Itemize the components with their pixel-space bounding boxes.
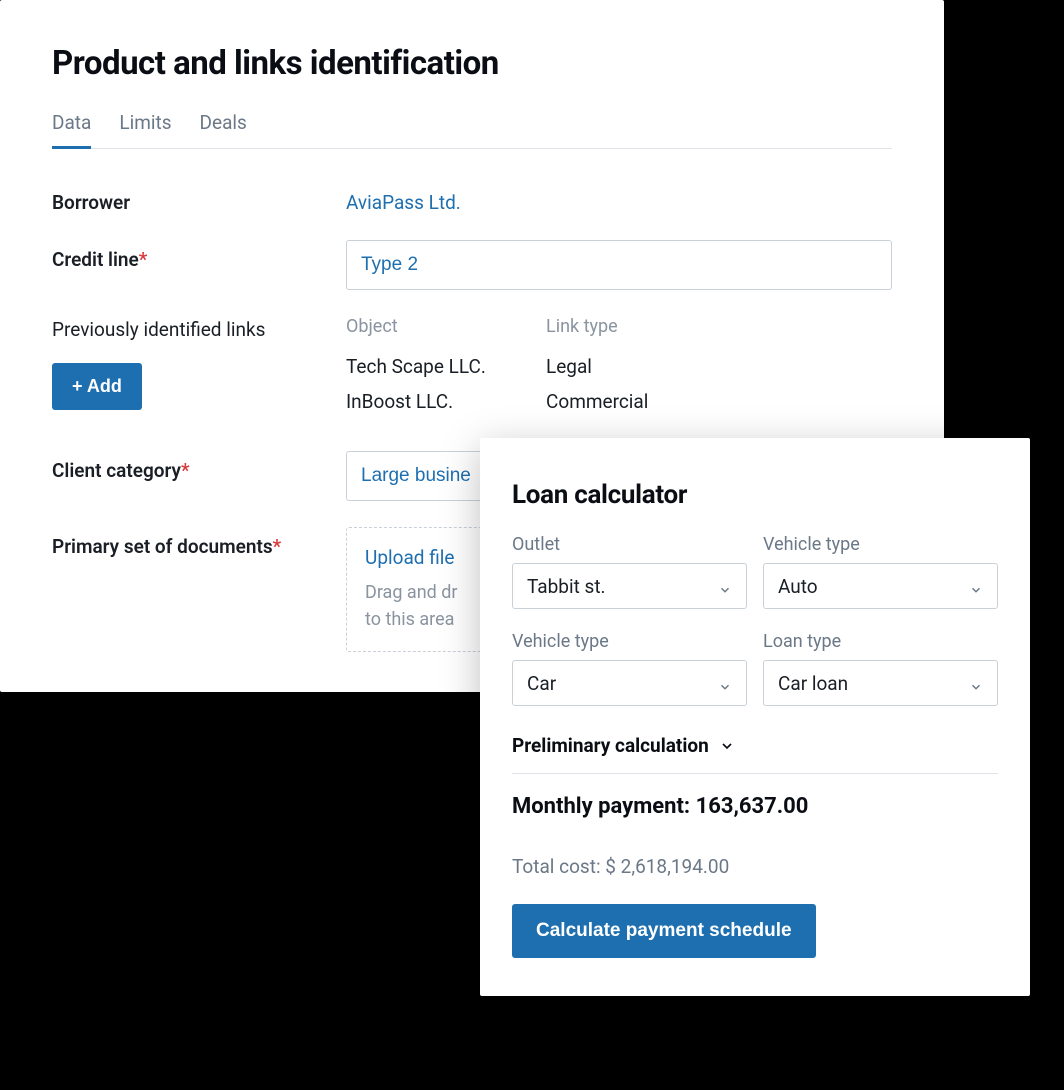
links-cell-object: Tech Scape LLC. xyxy=(346,355,546,378)
page-title: Product and links identification xyxy=(52,44,892,83)
credit-line-input[interactable] xyxy=(346,240,892,290)
links-header-type: Link type xyxy=(546,316,892,337)
links-table: Object Link type Tech Scape LLC. Legal I… xyxy=(346,316,892,425)
previous-links-label: Previously identified links xyxy=(52,316,346,345)
borrower-label: Borrower xyxy=(52,183,346,214)
chevron-down-icon xyxy=(718,579,732,593)
tab-limits[interactable]: Limits xyxy=(119,111,171,149)
loan-type-select[interactable]: Car loan xyxy=(763,660,998,706)
links-cell-type: Legal xyxy=(546,355,892,378)
calculate-schedule-button[interactable]: Calculate payment schedule xyxy=(512,904,816,958)
loan-calculator-card: Loan calculator Outlet Tabbit st. Vehicl… xyxy=(480,438,1030,996)
outlet-select[interactable]: Tabbit st. xyxy=(512,563,747,609)
loan-type-field: Loan type Car loan xyxy=(763,631,998,706)
calculator-grid: Outlet Tabbit st. Vehicle type Auto Vehi… xyxy=(512,534,998,706)
vehicle-type-1-field: Vehicle type Auto xyxy=(763,534,998,609)
table-row: Tech Scape LLC. Legal xyxy=(346,355,892,378)
outlet-label: Outlet xyxy=(512,534,747,555)
vehicle-type-2-label: Vehicle type xyxy=(512,631,747,652)
calculator-title: Loan calculator xyxy=(512,480,998,510)
upload-dropzone[interactable]: Upload file Drag and dr to this area xyxy=(346,527,486,652)
loan-type-label: Loan type xyxy=(763,631,998,652)
documents-label: Primary set of documents* xyxy=(52,527,346,558)
chevron-down-icon xyxy=(718,676,732,690)
vehicle-type-1-select[interactable]: Auto xyxy=(763,563,998,609)
previous-links-row: Previously identified links + Add Object… xyxy=(52,316,892,425)
preliminary-calc-toggle[interactable]: Preliminary calculation xyxy=(512,734,998,774)
vehicle-type-1-label: Vehicle type xyxy=(763,534,998,555)
links-cell-object: InBoost LLC. xyxy=(346,390,546,413)
vehicle-type-2-field: Vehicle type Car xyxy=(512,631,747,706)
client-category-label: Client category* xyxy=(52,451,346,482)
credit-line-label: Credit line* xyxy=(52,240,346,271)
borrower-link[interactable]: AviaPass Ltd. xyxy=(346,183,892,214)
preliminary-calc-label: Preliminary calculation xyxy=(512,734,709,757)
client-category-input[interactable] xyxy=(346,451,486,501)
tabs: Data Limits Deals xyxy=(52,111,892,149)
tab-deals[interactable]: Deals xyxy=(200,111,247,149)
links-header-object: Object xyxy=(346,316,546,337)
upload-file-link[interactable]: Upload file xyxy=(365,546,467,569)
table-row: InBoost LLC. Commercial xyxy=(346,390,892,413)
total-cost: Total cost: $ 2,618,194.00 xyxy=(512,855,998,878)
credit-line-row: Credit line* xyxy=(52,240,892,290)
vehicle-type-2-select[interactable]: Car xyxy=(512,660,747,706)
tab-data[interactable]: Data xyxy=(52,111,91,149)
chevron-down-icon xyxy=(719,738,735,754)
upload-hint: Drag and dr to this area xyxy=(365,579,467,633)
monthly-payment: Monthly payment: 163,637.00 xyxy=(512,794,998,819)
chevron-down-icon xyxy=(969,579,983,593)
chevron-down-icon xyxy=(969,676,983,690)
links-cell-type: Commercial xyxy=(546,390,892,413)
add-link-button[interactable]: + Add xyxy=(52,363,142,410)
outlet-field: Outlet Tabbit st. xyxy=(512,534,747,609)
borrower-row: Borrower AviaPass Ltd. xyxy=(52,183,892,214)
